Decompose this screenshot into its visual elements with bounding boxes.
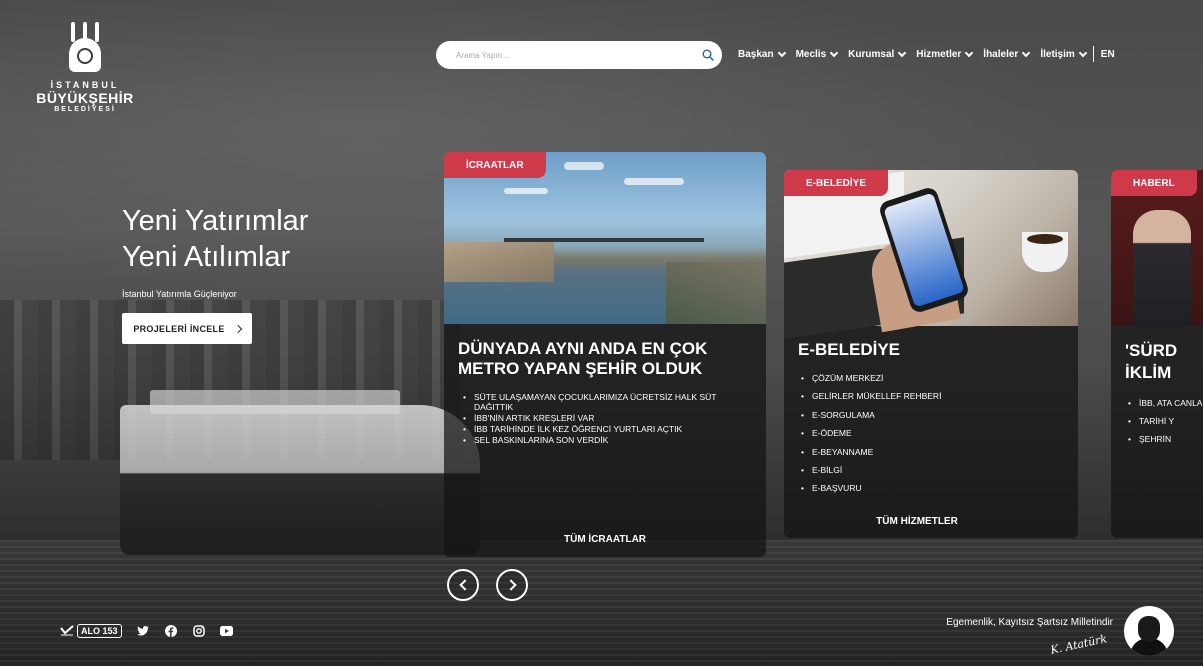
list-item[interactable]: İBB TARİHİNDE İLK KEZ ÖĞRENCİ YURTLARI A…	[460, 424, 750, 434]
alo-153-link[interactable]: ALO 153	[60, 624, 122, 638]
nav-item-hizmetler[interactable]: Hizmetler	[916, 48, 974, 60]
hero-subtitle: İstanbul Yatırımla Güçleniyor	[122, 289, 237, 299]
chevron-down-icon	[1022, 48, 1031, 57]
nav-label: İletişim	[1040, 48, 1075, 60]
list-item[interactable]: ŞEHRİN	[1125, 434, 1203, 444]
nav-item-meclis[interactable]: Meclis	[795, 48, 839, 60]
list-item[interactable]: E-BEYANNAME	[798, 447, 1058, 457]
chevron-right-icon	[233, 324, 242, 333]
chevron-down-icon	[777, 48, 786, 57]
chevron-left-icon	[458, 579, 471, 591]
carousel-prev-button[interactable]	[447, 569, 479, 601]
card-tag: HABERL	[1111, 170, 1197, 196]
list-item[interactable]: E-SORGULAMA	[798, 410, 1058, 420]
card-list: ÇÖZÜM MERKEZİ GELİRLER MÜKELLEF REHBERİ …	[798, 373, 1058, 502]
chevron-down-icon	[1078, 48, 1088, 57]
ataturk-portrait	[1124, 606, 1174, 656]
hero-title: Yeni Yatırımlar Yeni Atılımlar	[122, 203, 308, 275]
card-e-belediye[interactable]: E-BELEDİYE E-BELEDİYE ÇÖZÜM MERKEZİ GELİ…	[784, 170, 1078, 538]
nav-item-baskan[interactable]: Başkan	[738, 48, 786, 60]
nav-item-kurumsal[interactable]: Kurumsal	[848, 48, 907, 60]
list-item[interactable]: İBB'NİN ARTIK KREŞLERİ VAR	[460, 413, 750, 423]
all-icraatlar-link[interactable]: TÜM İCRAATLAR	[444, 534, 766, 545]
ferry	[120, 405, 480, 555]
check-heart-icon	[60, 625, 74, 636]
nav-item-iletisim[interactable]: İletişim	[1040, 48, 1088, 60]
nav-label: Başkan	[738, 48, 774, 60]
facebook-icon[interactable]	[164, 624, 178, 638]
card-tag: İCRAATLAR	[444, 152, 546, 178]
view-projects-label: PROJELERİ İNCELE	[133, 323, 225, 334]
chevron-down-icon	[965, 48, 974, 57]
alo-153-label: ALO 153	[77, 624, 122, 638]
social-links: ALO 153	[60, 624, 234, 638]
card-title[interactable]: 'SÜRD İKLİM	[1125, 340, 1203, 384]
list-item[interactable]: ÇÖZÜM MERKEZİ	[798, 373, 1058, 383]
list-item[interactable]: E-BİLGİ	[798, 465, 1058, 475]
nav-item-ihaleler[interactable]: İhaleler	[983, 48, 1031, 60]
card-title-line-2: İKLİM	[1125, 363, 1172, 382]
view-projects-button[interactable]: PROJELERİ İNCELE	[122, 313, 252, 344]
sea	[0, 540, 1203, 666]
main-nav: Başkan Meclis Kurumsal Hizmetler İhalele…	[738, 46, 1115, 62]
list-item[interactable]: E-BAŞVURU	[798, 483, 1058, 493]
list-item[interactable]: E-ÖDEME	[798, 428, 1058, 438]
list-item[interactable]: GELİRLER MÜKELLEF REHBERİ	[798, 391, 1058, 401]
search-bar	[436, 41, 722, 69]
search-input[interactable]	[436, 41, 694, 69]
search-icon[interactable]	[694, 41, 722, 69]
logo-text-buyuksehir: BÜYÜKŞEHİR	[36, 90, 134, 106]
hero-title-line-1: Yeni Yatırımlar	[122, 205, 309, 237]
nav-label: Meclis	[795, 48, 827, 60]
logo-text-istanbul: İSTANBUL	[50, 80, 120, 90]
list-item[interactable]: İBB, ATA CANLAI	[1125, 398, 1203, 408]
list-item[interactable]: SEL BASKINLARINA SON VERDİK	[460, 435, 750, 445]
card-list: İBB, ATA CANLAI TARİHİ Y ŞEHRİN	[1125, 398, 1203, 452]
list-item[interactable]: SÜTE ULAŞAMAYAN ÇOCUKLARIMIZA ÜCRETSİZ H…	[460, 392, 750, 412]
card-tag: E-BELEDİYE	[784, 170, 889, 196]
youtube-icon[interactable]	[220, 624, 234, 638]
ibb-emblem-icon	[65, 22, 105, 74]
nav-label: Kurumsal	[848, 48, 895, 60]
language-switch-en[interactable]: EN	[1101, 49, 1115, 60]
card-title-line-1: 'SÜRD	[1125, 341, 1178, 360]
twitter-icon[interactable]	[136, 624, 150, 638]
hero-title-line-2: Yeni Atılımlar	[122, 241, 291, 273]
ibb-logo[interactable]: İSTANBUL BÜYÜKŞEHİR BELEDİYESİ	[32, 22, 138, 113]
all-services-link[interactable]: TÜM HİZMETLER	[784, 516, 1064, 527]
list-item[interactable]: TARİHİ Y	[1125, 416, 1203, 426]
logo-text-belediyesi: BELEDİYESİ	[54, 106, 116, 113]
card-icraatlar[interactable]: İCRAATLAR DÜNYADA AYNI ANDA EN ÇOK METRO…	[444, 152, 766, 557]
nav-label: Hizmetler	[916, 48, 962, 60]
chevron-down-icon	[829, 48, 839, 57]
sovereignty-motto: Egemenlik, Kayıtsız Şartsız Milletindir	[946, 617, 1113, 628]
chevron-right-icon	[504, 579, 517, 591]
carousel-next-button[interactable]	[496, 569, 528, 601]
card-haberler[interactable]: HABERL 'SÜRD İKLİM İBB, ATA CANLAI TARİH…	[1111, 170, 1203, 538]
card-title[interactable]: E-BELEDİYE	[798, 340, 900, 360]
nav-label: İhaleler	[983, 48, 1019, 60]
card-title[interactable]: DÜNYADA AYNI ANDA EN ÇOK METRO YAPAN ŞEH…	[458, 339, 758, 379]
chevron-down-icon	[898, 48, 907, 57]
instagram-icon[interactable]	[192, 624, 206, 638]
card-list: SÜTE ULAŞAMAYAN ÇOCUKLARIMIZA ÜCRETSİZ H…	[460, 392, 750, 446]
nav-divider	[1092, 46, 1094, 62]
